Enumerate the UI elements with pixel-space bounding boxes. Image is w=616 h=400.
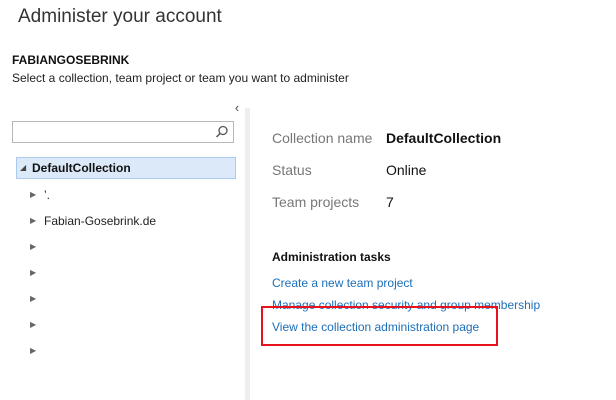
triangle-collapsed-icon[interactable]: ▶ <box>30 184 38 206</box>
chevron-left-icon: ‹ <box>234 100 240 115</box>
highlight-annotation <box>261 306 498 346</box>
triangle-collapsed-icon[interactable]: ▶ <box>30 340 38 362</box>
tree-item-label: DefaultCollection <box>32 161 131 175</box>
status-label: Status <box>272 162 312 178</box>
tree-item[interactable]: ▶ <box>16 314 236 336</box>
status-value: Online <box>386 162 427 178</box>
administration-tasks-heading: Administration tasks <box>272 250 391 264</box>
team-projects-label: Team projects <box>272 194 360 210</box>
triangle-collapsed-icon[interactable]: ▶ <box>30 262 38 284</box>
account-name: FABIANGOSEBRINK <box>12 53 130 67</box>
panel-divider[interactable] <box>245 108 250 400</box>
triangle-collapsed-icon[interactable]: ▶ <box>30 314 38 336</box>
tree-item[interactable]: ▶ ’. <box>16 184 236 206</box>
triangle-collapsed-icon[interactable]: ▶ <box>30 236 38 258</box>
tree-item[interactable]: ▶ <box>16 340 236 362</box>
search-input[interactable] <box>16 124 211 140</box>
triangle-collapsed-icon[interactable]: ▶ <box>30 210 38 232</box>
page-title: Administer your account <box>18 6 222 27</box>
collapse-panel-button[interactable]: ‹ <box>231 100 243 116</box>
tree-item-fabian-gosebrink[interactable]: ▶ Fabian-Gosebrink.de <box>16 210 236 232</box>
create-team-project-link[interactable]: Create a new team project <box>272 276 413 290</box>
tree-item-defaultcollection[interactable]: ◢ DefaultCollection <box>16 157 236 179</box>
tree-item[interactable]: ▶ <box>16 262 236 284</box>
triangle-collapsed-icon[interactable]: ▶ <box>30 288 38 310</box>
tree-item[interactable]: ▶ <box>16 236 236 258</box>
tree-item-label: ’. <box>44 188 50 202</box>
team-projects-value: 7 <box>386 194 394 210</box>
tree-item-label: Fabian-Gosebrink.de <box>44 214 157 228</box>
triangle-expanded-icon[interactable]: ◢ <box>20 158 28 178</box>
search-icon[interactable] <box>215 125 229 139</box>
search-box <box>12 121 234 143</box>
collection-name-value: DefaultCollection <box>386 130 502 146</box>
collection-name-label: Collection name <box>272 130 373 146</box>
tree-item[interactable]: ▶ <box>16 288 236 310</box>
instructions-text: Select a collection, team project or tea… <box>12 71 349 85</box>
